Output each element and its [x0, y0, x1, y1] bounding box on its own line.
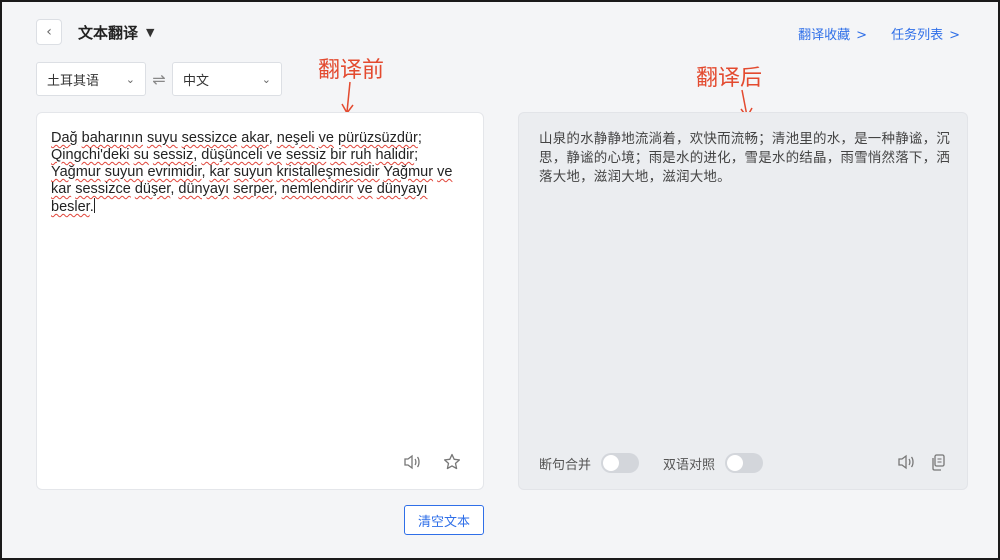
top-links: 翻译收藏 > 任务列表 > — [798, 24, 960, 43]
source-word: halidir — [375, 147, 415, 163]
source-text-panel[interactable]: Dağ baharının suyu sessizce akar, neşeli… — [36, 112, 484, 490]
chevron-right-icon: > — [856, 28, 868, 43]
speaker-icon[interactable] — [895, 451, 917, 473]
source-word: neşeli — [276, 130, 315, 146]
source-word: ve — [357, 181, 373, 197]
chevron-down-icon: ⌄ — [261, 72, 271, 86]
header: ‹ 文本翻译 ▼ — [36, 18, 154, 46]
target-text-panel: 山泉的水静静地流淌着，欢快而流畅；清池里的水，是一种静谧，沉思，静谧的心境；雨是… — [518, 112, 968, 490]
chevron-left-icon: ‹ — [46, 24, 52, 40]
source-word: Yağmur — [51, 164, 101, 180]
source-separator: ; — [414, 147, 419, 163]
source-word: suyun — [104, 164, 144, 180]
favorites-link[interactable]: 翻译收藏 > — [798, 24, 867, 43]
source-word: düşer — [134, 181, 171, 197]
source-word: bir — [330, 147, 347, 163]
source-word: Yağmur — [383, 164, 434, 180]
bilingual-label: 双语对照 — [663, 457, 716, 473]
source-word: kristalleşmesidir — [276, 164, 380, 180]
language-row: 土耳其语 ⌄ ⇌ 中文 ⌄ — [36, 62, 282, 96]
translated-text: 山泉的水静静地流淌着，欢快而流畅；清池里的水，是一种静谧，沉思，静谧的心境；雨是… — [539, 131, 950, 185]
app-window: ‹ 文本翻译 ▼ 翻译收藏 > 任务列表 > 土耳其语 ⌄ ⇌ 中文 ⌄ 翻译前 翻… — [0, 0, 1000, 560]
source-word: pürüzsüzdür — [338, 130, 418, 146]
target-language-select[interactable]: 中文 ⌄ — [172, 62, 282, 96]
target-bottom-bar: 断句合并 双语对照 — [539, 453, 787, 473]
source-word: kar — [51, 181, 72, 197]
source-separator: , — [201, 164, 210, 180]
star-icon[interactable] — [441, 451, 463, 473]
source-word: ve — [437, 164, 453, 180]
back-button[interactable]: ‹ — [36, 19, 62, 45]
swap-languages-icon[interactable]: ⇌ — [146, 70, 172, 89]
sentence-merge-label: 断句合并 — [539, 457, 592, 473]
copy-icon[interactable] — [927, 451, 949, 473]
source-word: nemlendirir — [281, 181, 354, 197]
caret-down-icon[interactable]: ▼ — [146, 26, 154, 39]
source-word: besler — [51, 199, 90, 215]
source-separator: , — [273, 181, 282, 197]
source-word: serper — [233, 181, 274, 197]
source-separator: , — [268, 130, 277, 146]
source-word: suyu — [146, 130, 178, 146]
sentence-merge-toggle[interactable] — [601, 453, 640, 473]
source-word: Dağ — [51, 130, 78, 146]
source-word: evrimidir — [147, 164, 202, 180]
source-language-select[interactable]: 土耳其语 ⌄ — [36, 62, 146, 96]
bilingual-toggle-group: 双语对照 — [663, 453, 764, 473]
source-word: dünyayı — [178, 181, 230, 197]
source-textarea[interactable]: Dağ baharının suyu sessizce akar, neşeli… — [51, 130, 463, 216]
target-language-value: 中文 — [183, 73, 210, 89]
source-word: ruh — [350, 147, 372, 163]
sentence-merge-toggle-group: 断句合并 — [539, 453, 640, 473]
source-word: ve — [266, 147, 282, 163]
annotation-arrow-before — [341, 81, 354, 115]
speaker-icon[interactable] — [401, 451, 423, 473]
chevron-right-icon: > — [949, 28, 960, 43]
source-word: sessiz — [152, 147, 194, 163]
source-word: Qingchi'deki — [51, 147, 130, 163]
task-list-link-label: 任务列表 — [891, 28, 944, 43]
source-word: baharının — [81, 130, 143, 146]
page-title: 文本翻译 — [78, 23, 139, 42]
clear-text-button[interactable]: 清空文本 — [404, 505, 484, 535]
source-separator: ; — [417, 130, 422, 146]
source-word: kar — [209, 164, 230, 180]
source-word: sessizce — [75, 181, 131, 197]
favorites-link-label: 翻译收藏 — [798, 28, 851, 43]
source-word: ve — [318, 130, 334, 146]
source-word: sessizce — [181, 130, 238, 146]
source-word: su — [133, 147, 149, 163]
chevron-down-icon: ⌄ — [125, 72, 135, 86]
source-word: düşünceli — [201, 147, 263, 163]
source-word: suyun — [233, 164, 273, 180]
task-list-link[interactable]: 任务列表 > — [891, 24, 960, 43]
source-word: dünyayı — [376, 181, 428, 197]
bilingual-toggle[interactable] — [725, 453, 764, 473]
source-word: akar — [241, 130, 269, 146]
source-language-value: 土耳其语 — [47, 73, 100, 89]
source-word: sessiz — [285, 147, 327, 163]
text-cursor — [93, 198, 95, 213]
